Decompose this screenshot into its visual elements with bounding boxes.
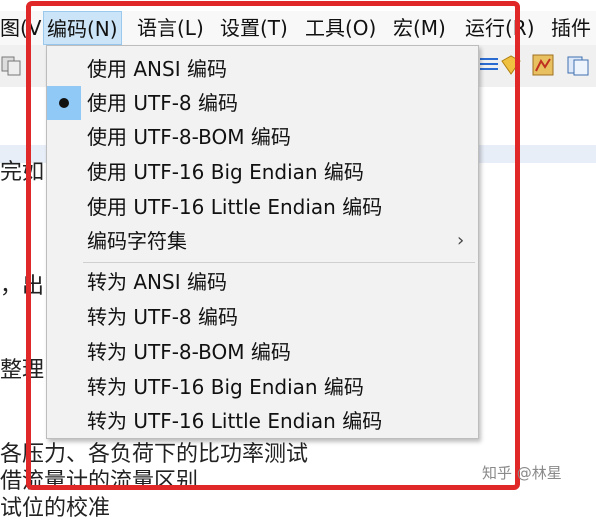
map-icon[interactable] (531, 53, 555, 77)
window-icon[interactable] (566, 53, 590, 77)
watermark: 知乎 @林星 (482, 464, 562, 482)
menu-plugins[interactable]: 插件 (551, 11, 591, 45)
editor-line: 试位的校准 (0, 496, 111, 521)
highlight-frame (26, 1, 520, 490)
copy-icon[interactable] (0, 53, 24, 77)
